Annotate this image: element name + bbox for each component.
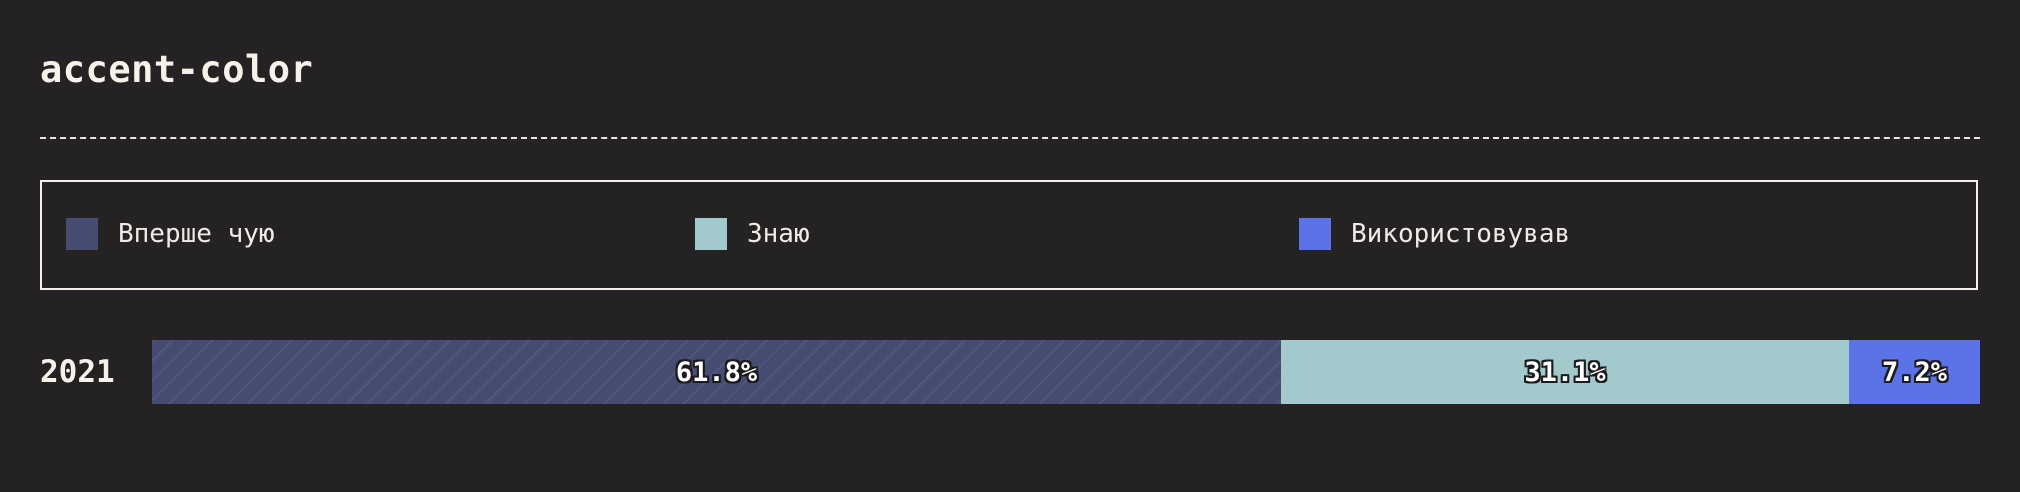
row-label-2021: 2021	[40, 354, 115, 390]
legend-label-0: Вперше чую	[118, 219, 275, 249]
stacked-bar-2021: 61.8% 31.1% 7.2%	[152, 340, 1980, 404]
legend-item-znayu[interactable]: Знаю	[695, 218, 810, 250]
legend-item-vpershe-chuyu[interactable]: Вперше чую	[66, 218, 275, 250]
bar-segment-1: 31.1%	[1281, 340, 1849, 404]
legend-label-2: Використовував	[1351, 219, 1571, 249]
legend-swatch-2	[1299, 218, 1331, 250]
legend-item-vykorystovuvav[interactable]: Використовував	[1299, 218, 1570, 250]
bar-segment-0: 61.8%	[152, 340, 1281, 404]
chart-title: accent-color	[40, 48, 314, 91]
legend: Вперше чую Знаю Використовував	[40, 180, 1978, 290]
legend-swatch-0	[66, 218, 98, 250]
bar-value-label-0: 61.8%	[675, 356, 758, 388]
legend-label-1: Знаю	[747, 219, 810, 249]
title-divider	[40, 137, 1980, 139]
legend-swatch-1	[695, 218, 727, 250]
bar-segment-2: 7.2%	[1849, 340, 1980, 404]
bar-value-label-2: 7.2%	[1881, 356, 1948, 388]
bar-value-label-1: 31.1%	[1524, 356, 1606, 388]
